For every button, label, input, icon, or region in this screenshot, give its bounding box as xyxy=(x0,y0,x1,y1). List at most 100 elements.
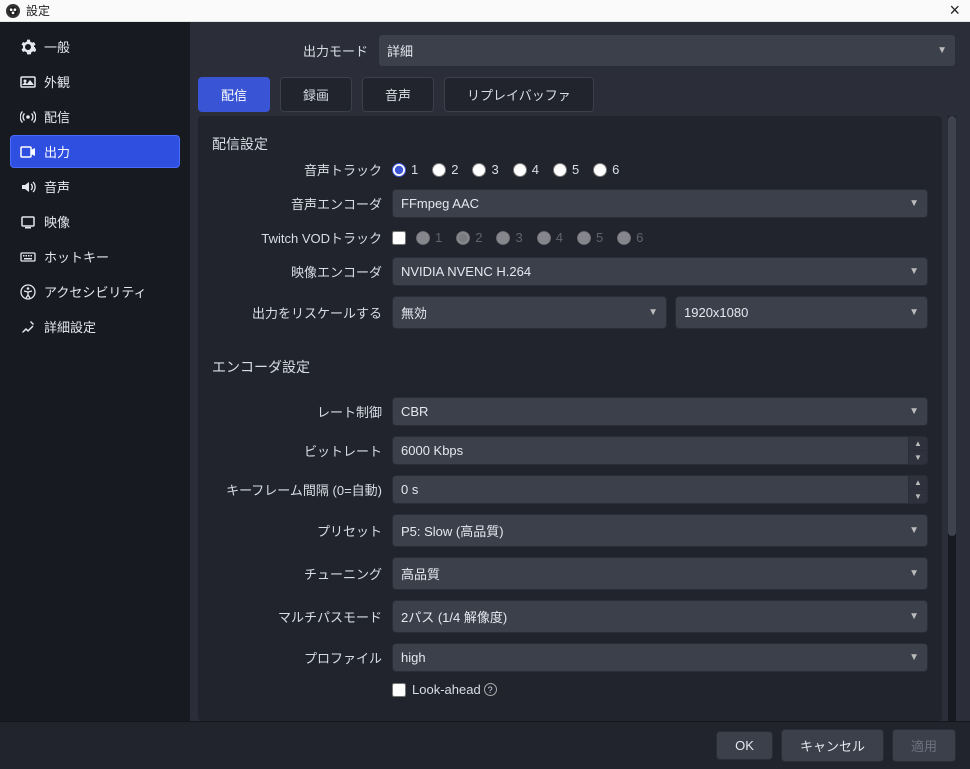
help-icon[interactable]: ? xyxy=(484,683,497,696)
audio-encoder-select[interactable]: FFmpeg AAC ▼ xyxy=(392,189,928,218)
chevron-down-icon: ▼ xyxy=(909,198,919,209)
stream-icon xyxy=(20,109,36,125)
streaming-section-title: 配信設定 xyxy=(212,134,928,154)
sidebar-item-label: 外観 xyxy=(44,72,70,91)
sidebar-item-label: 出力 xyxy=(44,142,70,161)
lookahead-label: Look-ahead xyxy=(412,682,481,697)
chevron-down-icon: ▼ xyxy=(909,266,919,277)
rescale-resolution-select[interactable]: 1920x1080 ▼ xyxy=(675,296,928,329)
twitch-vod-checkbox[interactable] xyxy=(392,231,406,245)
titlebar: 設定 × xyxy=(0,0,970,22)
profile-select[interactable]: high ▼ xyxy=(392,643,928,672)
radio-option[interactable]: 3 xyxy=(472,162,498,177)
chevron-down-icon: ▼ xyxy=(937,45,947,56)
ok-button[interactable]: OK xyxy=(716,731,773,760)
radio-option[interactable]: 1 xyxy=(392,162,418,177)
chevron-down-icon: ▼ xyxy=(909,652,919,663)
bitrate-label: ビットレート xyxy=(212,441,392,460)
tuning-label: チューニング xyxy=(212,564,392,583)
keyframe-spinbox[interactable]: 0 s ▲▼ xyxy=(392,475,928,504)
sidebar-item-label: 配信 xyxy=(44,107,70,126)
accessibility-icon xyxy=(20,284,36,300)
sidebar-item-accessibility[interactable]: アクセシビリティ xyxy=(10,275,180,308)
close-button[interactable]: × xyxy=(945,0,964,21)
profile-label: プロファイル xyxy=(212,648,392,667)
radio-option: 4 xyxy=(537,230,563,245)
sidebar-item-hotkey[interactable]: ホットキー xyxy=(10,240,180,273)
sidebar-item-label: 詳細設定 xyxy=(44,317,96,336)
sidebar: 一般外観配信出力音声映像ホットキーアクセシビリティ詳細設定 xyxy=(0,22,190,721)
cancel-button[interactable]: キャンセル xyxy=(781,729,884,762)
app-icon xyxy=(6,4,20,18)
rescale-select[interactable]: 無効 ▼ xyxy=(392,296,667,329)
spin-up-icon[interactable]: ▲ xyxy=(908,475,928,489)
apply-button[interactable]: 適用 xyxy=(892,729,956,762)
output-mode-label: 出力モード xyxy=(198,41,378,60)
sidebar-item-label: 一般 xyxy=(44,37,70,56)
preset-select[interactable]: P5: Slow (高品質) ▼ xyxy=(392,514,928,547)
video-encoder-label: 映像エンコーダ xyxy=(212,262,392,281)
output-tabs: 配信録画音声リプレイバッファ xyxy=(198,77,956,112)
scrollbar[interactable] xyxy=(948,116,956,721)
chevron-down-icon: ▼ xyxy=(648,307,658,318)
multipass-label: マルチパスモード xyxy=(212,607,392,626)
chevron-down-icon: ▼ xyxy=(909,406,919,417)
sidebar-item-output[interactable]: 出力 xyxy=(10,135,180,168)
tab-0[interactable]: 配信 xyxy=(198,77,270,112)
spin-down-icon[interactable]: ▼ xyxy=(908,450,928,465)
radio-option: 3 xyxy=(496,230,522,245)
chevron-down-icon: ▼ xyxy=(909,568,919,579)
sidebar-item-appearance[interactable]: 外観 xyxy=(10,65,180,98)
rate-control-select[interactable]: CBR ▼ xyxy=(392,397,928,426)
twitch-vod-radios: 123456 xyxy=(416,230,643,245)
hotkey-icon xyxy=(20,249,36,265)
radio-option[interactable]: 6 xyxy=(593,162,619,177)
footer: OK キャンセル 適用 xyxy=(0,721,970,769)
audio-track-radios: 123456 xyxy=(392,162,619,177)
audio-icon xyxy=(20,179,36,195)
tab-2[interactable]: 音声 xyxy=(362,77,434,112)
advanced-icon xyxy=(20,319,36,335)
tuning-select[interactable]: 高品質 ▼ xyxy=(392,557,928,590)
sidebar-item-audio[interactable]: 音声 xyxy=(10,170,180,203)
radio-option[interactable]: 4 xyxy=(513,162,539,177)
sidebar-item-stream[interactable]: 配信 xyxy=(10,100,180,133)
audio-encoder-label: 音声エンコーダ xyxy=(212,194,392,213)
sidebar-item-advanced[interactable]: 詳細設定 xyxy=(10,310,180,343)
keyframe-label: キーフレーム間隔 (0=自動) xyxy=(212,480,392,499)
encoder-section-title: エンコーダ設定 xyxy=(212,357,928,377)
lookahead-checkbox[interactable] xyxy=(392,683,406,697)
sidebar-item-label: 映像 xyxy=(44,212,70,231)
rate-control-label: レート制御 xyxy=(212,402,392,421)
radio-option: 6 xyxy=(617,230,643,245)
radio-option: 5 xyxy=(577,230,603,245)
sidebar-item-label: アクセシビリティ xyxy=(44,282,147,301)
chevron-down-icon: ▼ xyxy=(909,525,919,536)
bitrate-spinbox[interactable]: 6000 Kbps ▲▼ xyxy=(392,436,928,465)
radio-option[interactable]: 2 xyxy=(432,162,458,177)
spin-down-icon[interactable]: ▼ xyxy=(908,489,928,504)
output-icon xyxy=(20,144,36,160)
sidebar-item-gear[interactable]: 一般 xyxy=(10,30,180,63)
appearance-icon xyxy=(20,74,36,90)
scrollbar-thumb[interactable] xyxy=(948,116,956,536)
settings-panel: 配信設定 音声トラック 123456 音声エンコーダ FFmpeg AAC ▼ xyxy=(198,116,942,721)
tab-1[interactable]: 録画 xyxy=(280,77,352,112)
sidebar-item-label: 音声 xyxy=(44,177,70,196)
radio-option: 1 xyxy=(416,230,442,245)
radio-option: 2 xyxy=(456,230,482,245)
output-mode-select[interactable]: 詳細 ▼ xyxy=(378,34,956,67)
twitch-vod-label: Twitch VODトラック xyxy=(212,228,392,247)
video-encoder-select[interactable]: NVIDIA NVENC H.264 ▼ xyxy=(392,257,928,286)
chevron-down-icon: ▼ xyxy=(909,307,919,318)
sidebar-item-label: ホットキー xyxy=(44,247,109,266)
multipass-select[interactable]: 2パス (1/4 解像度) ▼ xyxy=(392,600,928,633)
video-icon xyxy=(20,214,36,230)
tab-3[interactable]: リプレイバッファ xyxy=(444,77,594,112)
spin-up-icon[interactable]: ▲ xyxy=(908,436,928,450)
sidebar-item-video[interactable]: 映像 xyxy=(10,205,180,238)
rescale-label: 出力をリスケールする xyxy=(212,303,392,322)
chevron-down-icon: ▼ xyxy=(909,611,919,622)
radio-option[interactable]: 5 xyxy=(553,162,579,177)
preset-label: プリセット xyxy=(212,521,392,540)
